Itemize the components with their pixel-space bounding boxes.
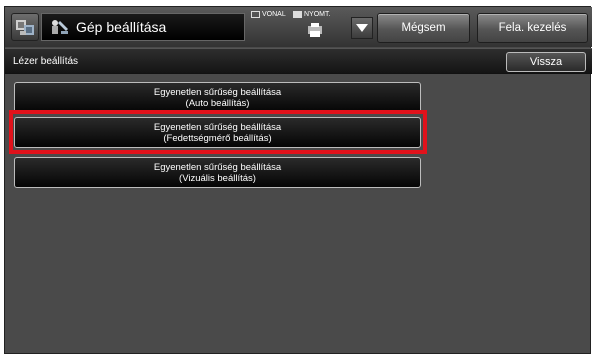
option-label-line1: Egyenetlen sűrűség beállítása [153, 86, 282, 98]
print-indicator: NYOMT. [293, 11, 330, 18]
printer-icon [307, 23, 323, 37]
option-coverage-meter-adjustment[interactable]: Egyenetlen sűrűség beállítása (Fedettség… [14, 117, 421, 148]
back-button[interactable]: Vissza [506, 52, 586, 72]
system-settings-icon[interactable] [11, 13, 39, 41]
top-bar: Gép beállítása VONAL NYOMT. Mégsem Fela.… [5, 7, 592, 47]
screen-frame: Gép beállítása VONAL NYOMT. Mégsem Fela.… [4, 6, 592, 354]
print-indicator-box [293, 11, 302, 18]
job-status-button[interactable]: Fela. kezelés [477, 13, 588, 43]
tools-icon [48, 17, 70, 37]
cancel-button[interactable]: Mégsem [377, 13, 470, 43]
sub-header-bar: Lézer beállítás Vissza [5, 48, 592, 74]
dropdown-button[interactable] [351, 17, 373, 39]
option-label-line1: Egyenetlen sűrűség beállítása [153, 121, 282, 133]
machine-settings-title-box: Gép beállítása [41, 13, 245, 41]
option-label-line2: (Auto beállítás) [185, 97, 250, 109]
print-indicator-label: NYOMT. [304, 11, 331, 18]
option-label-line2: (Vizuális beállítás) [179, 172, 256, 184]
option-visual-adjustment[interactable]: Egyenetlen sűrűség beállítása (Vizuális … [14, 157, 421, 188]
line-indicator-label: VONAL [262, 11, 286, 18]
option-label-line1: Egyenetlen sűrűség beállítása [153, 161, 282, 173]
page-title: Lézer beállítás [13, 56, 79, 67]
option-label-line2: (Fedettségmérő beállítás) [163, 132, 272, 144]
window-title: Gép beállítása [76, 19, 167, 35]
line-indicator-box [251, 11, 260, 18]
line-indicator: VONAL [251, 11, 286, 18]
option-auto-adjustment[interactable]: Egyenetlen sűrűség beállítása (Auto beál… [14, 82, 421, 113]
chevron-down-icon [356, 19, 368, 37]
